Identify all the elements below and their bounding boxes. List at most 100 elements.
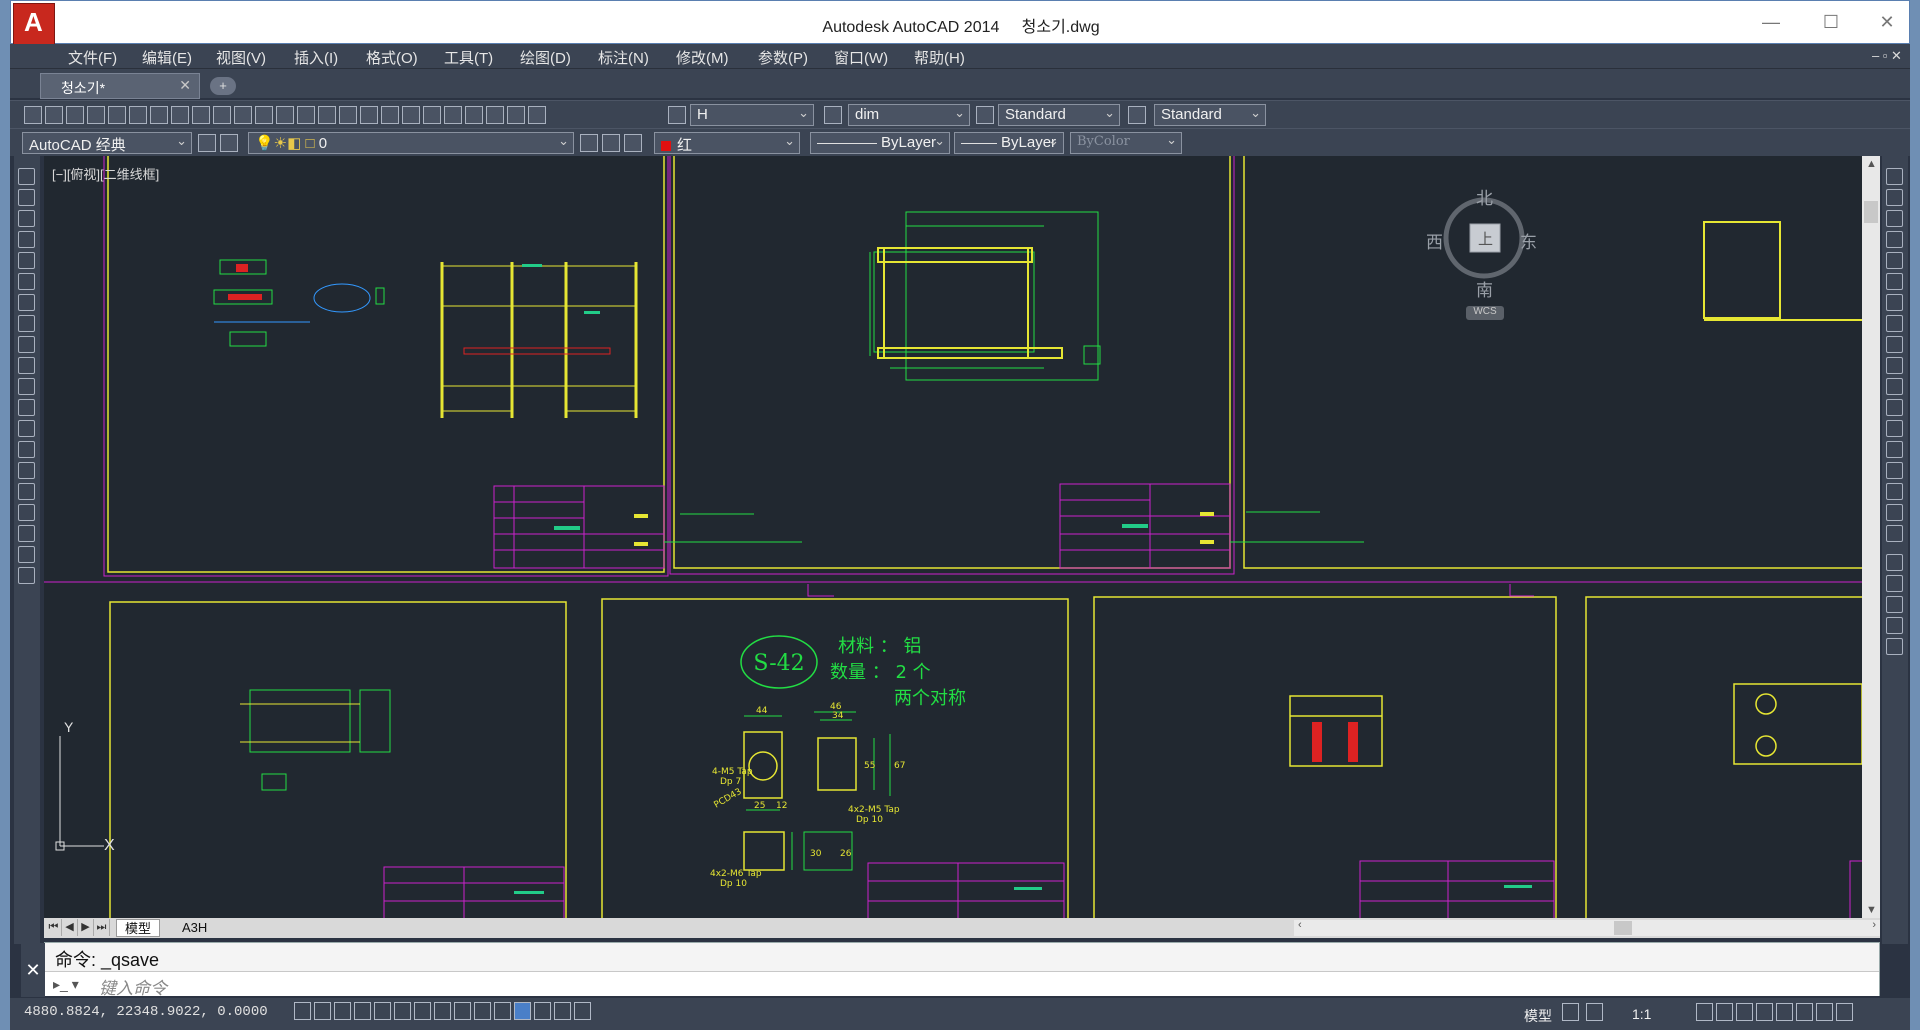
plotstyle-select[interactable]: ByColor ⌄ — [1070, 132, 1182, 154]
close-icon[interactable]: ✕ — [179, 77, 191, 94]
array-icon[interactable] — [1886, 252, 1903, 269]
document-tab[interactable]: 청소기* ✕ — [40, 73, 200, 99]
region-icon[interactable] — [18, 504, 35, 521]
open-icon[interactable] — [45, 106, 63, 124]
design-center-icon[interactable] — [423, 106, 441, 124]
grid-icon[interactable] — [334, 1002, 351, 1020]
mirror-icon[interactable] — [1886, 210, 1903, 227]
compass-south[interactable]: 南 — [1476, 276, 1493, 301]
extend-icon[interactable] — [1886, 378, 1903, 395]
pan-icon[interactable] — [318, 106, 336, 124]
scroll-thumb[interactable] — [1864, 201, 1878, 223]
polygon-icon[interactable] — [18, 231, 35, 248]
coordinates-readout[interactable]: 4880.8824, 22348.9022, 0.0000 — [24, 1004, 268, 1020]
zoom-window-icon[interactable] — [360, 106, 378, 124]
scale-icon[interactable] — [1886, 315, 1903, 332]
transparency-icon[interactable] — [514, 1002, 531, 1020]
layer-properties-icon[interactable] — [220, 134, 238, 152]
quickcalc-icon[interactable] — [507, 106, 525, 124]
dim-style-select[interactable]: dim ⌄ — [848, 104, 970, 126]
plot-icon[interactable] — [87, 106, 105, 124]
minimize-button[interactable]: — — [1745, 7, 1797, 37]
sheet-set-icon[interactable] — [465, 106, 483, 124]
ducs-icon[interactable] — [454, 1002, 471, 1020]
ortho-icon[interactable] — [354, 1002, 371, 1020]
selection-cycling-icon[interactable] — [554, 1002, 571, 1020]
ucs-menu-button[interactable]: WCS — [1466, 306, 1504, 320]
layer-states-icon[interactable] — [624, 134, 642, 152]
otrack-icon[interactable] — [434, 1002, 451, 1020]
menu-tools[interactable]: 工具(T) — [444, 47, 493, 68]
mtext-icon[interactable] — [18, 546, 35, 563]
line-icon[interactable] — [18, 168, 35, 185]
markup-icon[interactable] — [486, 106, 504, 124]
command-input[interactable]: ▸_ ▾ 键入命令 — [45, 971, 1879, 998]
point-icon[interactable] — [18, 441, 35, 458]
isolate-objects-icon[interactable] — [1796, 1003, 1813, 1021]
dyn-icon[interactable] — [474, 1002, 491, 1020]
compass-north[interactable]: 北 — [1476, 184, 1493, 209]
cut-icon[interactable] — [171, 106, 189, 124]
menu-edit[interactable]: 编辑(E) — [142, 47, 192, 68]
hatch-icon[interactable] — [18, 462, 35, 479]
layer-select[interactable]: 💡☀◧ □ 0 ⌄ — [248, 132, 574, 154]
menu-modify[interactable]: 修改(M) — [676, 47, 729, 68]
hardware-acceleration-icon[interactable] — [1776, 1003, 1793, 1021]
make-block-icon[interactable] — [18, 420, 35, 437]
scroll-right-icon[interactable]: › — [1872, 919, 1876, 931]
annotation-visibility-icon[interactable] — [1696, 1003, 1713, 1021]
scroll-thumb[interactable] — [1614, 921, 1632, 935]
offset-icon[interactable] — [1886, 231, 1903, 248]
menu-format[interactable]: 格式(O) — [366, 47, 418, 68]
properties-icon[interactable] — [402, 106, 420, 124]
circle-icon[interactable] — [18, 294, 35, 311]
tab-model[interactable]: 模型 — [116, 919, 161, 937]
save-icon[interactable] — [66, 106, 84, 124]
vertical-scrollbar[interactable]: ▲ ▼ — [1862, 156, 1880, 918]
menu-view[interactable]: 视图(V) — [216, 47, 266, 68]
annotation-scale[interactable]: 1:1 — [1632, 1006, 1651, 1022]
snap-icon[interactable] — [314, 1002, 331, 1020]
3d-dwf-icon[interactable] — [150, 106, 168, 124]
scroll-left-icon[interactable]: ‹ — [1298, 919, 1302, 931]
viewport-controls[interactable]: [−][俯视][二维线框] — [52, 164, 159, 183]
send-under-icon[interactable] — [1886, 638, 1903, 655]
lineweight-select[interactable]: ByLayer ⌄ — [954, 132, 1064, 154]
polar-icon[interactable] — [374, 1002, 391, 1020]
gradient-icon[interactable] — [18, 483, 35, 500]
zoom-previous-icon[interactable] — [381, 106, 399, 124]
scroll-up-icon[interactable]: ▲ — [1866, 158, 1877, 170]
lock-icon[interactable] — [1756, 1003, 1773, 1021]
quick-view-layouts-icon[interactable] — [1562, 1003, 1579, 1021]
3d-osnap-icon[interactable] — [414, 1002, 431, 1020]
help-icon[interactable] — [528, 106, 546, 124]
quick-properties-icon[interactable] — [534, 1002, 551, 1020]
linetype-select[interactable]: ByLayer ⌄ — [810, 132, 950, 154]
erase-icon[interactable] — [1886, 168, 1903, 185]
stretch-icon[interactable] — [1886, 336, 1903, 353]
close-button[interactable]: ✕ — [1861, 7, 1913, 37]
table-icon[interactable] — [18, 525, 35, 542]
multileader-style-select[interactable]: Standard ⌄ — [1154, 104, 1266, 126]
drawing-canvas[interactable]: S-42 材料 ： 铝 数量 ： 2 个 两个对称 44 46 34 55 67… — [44, 156, 1862, 918]
revcloud-icon[interactable] — [18, 315, 35, 332]
osnap-icon[interactable] — [394, 1002, 411, 1020]
color-select[interactable]: 红 ⌄ — [654, 132, 800, 154]
menu-insert[interactable]: 插入(I) — [294, 47, 338, 68]
model-space-label[interactable]: 模型 — [1524, 1006, 1552, 1026]
move-icon[interactable] — [1886, 273, 1903, 290]
text-style-select[interactable]: H ⌄ — [690, 104, 814, 126]
insert-block-icon[interactable] — [18, 399, 35, 416]
last-layout-icon[interactable]: ⏭ — [94, 919, 110, 936]
arc-icon[interactable] — [18, 273, 35, 290]
construction-line-icon[interactable] — [18, 189, 35, 206]
table-style-icon[interactable] — [976, 106, 994, 124]
quick-view-drawings-icon[interactable] — [1586, 1003, 1603, 1021]
close-icon[interactable]: ✕ — [21, 943, 45, 997]
menu-draw[interactable]: 绘图(D) — [520, 47, 571, 68]
chamfer-icon[interactable] — [1886, 462, 1903, 479]
ellipse-icon[interactable] — [18, 357, 35, 374]
autoscale-icon[interactable] — [1716, 1003, 1733, 1021]
rotate-icon[interactable] — [1886, 294, 1903, 311]
maximize-button[interactable]: ☐ — [1805, 7, 1857, 37]
